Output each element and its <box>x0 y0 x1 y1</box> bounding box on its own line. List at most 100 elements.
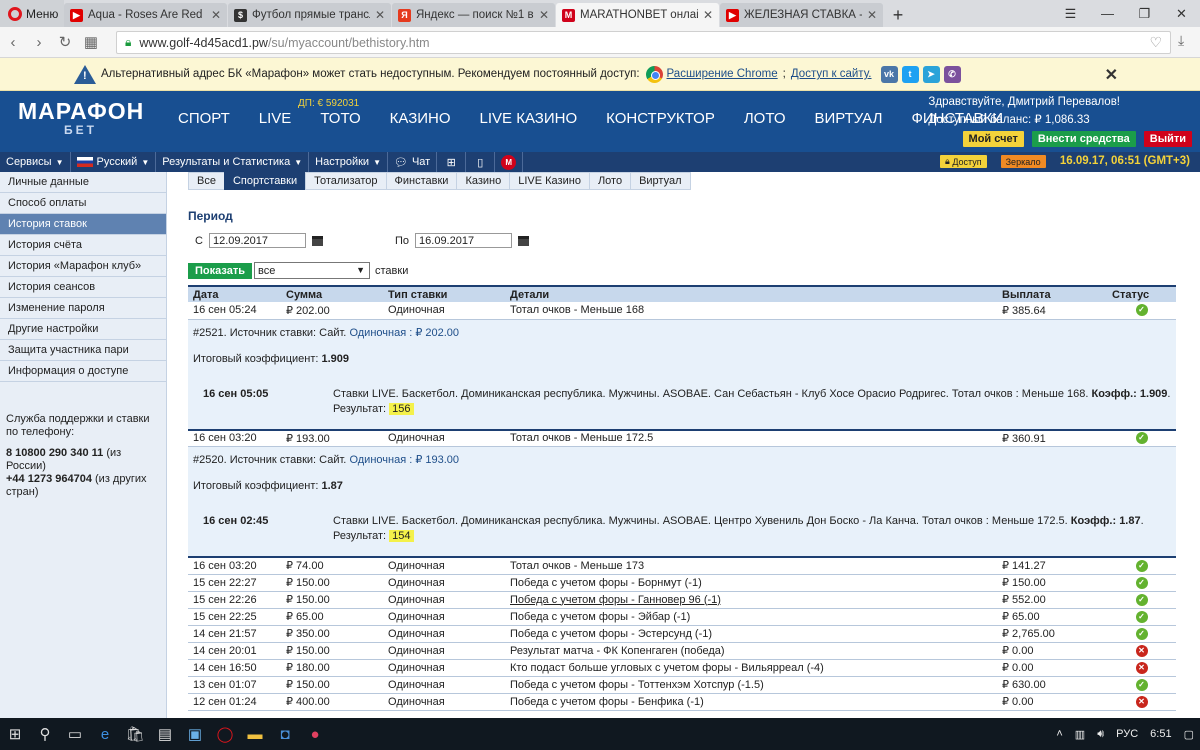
table-row[interactable]: 14 сен 16:50 ₽ 180.00 Одиночная Кто подаст … <box>188 659 1176 677</box>
sidebar-item[interactable]: История счёта <box>0 235 166 256</box>
sidebar-item[interactable]: Защита участника пари <box>0 340 166 361</box>
sidebar-item[interactable]: Личные данные <box>0 172 166 193</box>
sidebar-item[interactable]: Информация о доступе <box>0 361 166 382</box>
main-nav-item[interactable]: ЛОТО <box>744 110 786 127</box>
tab-menu-icon[interactable]: ☰ <box>1052 0 1089 27</box>
services-menu[interactable]: Сервисы ▼ <box>0 152 71 172</box>
bet-type-tab[interactable]: Казино <box>456 172 511 190</box>
browser-tab[interactable]: ▶ Aqua - Roses Are Red - Yo ✕ <box>64 3 227 27</box>
bet-status-select[interactable]: все ▼ <box>254 262 370 279</box>
viber-icon[interactable]: ✆ <box>943 65 961 83</box>
url-field[interactable]: 🔒︎ www.golf-4d45acd1.pw /su/myaccount/be… <box>116 31 1171 54</box>
close-window-icon[interactable]: ✕ <box>1163 0 1200 27</box>
sidebar-item[interactable]: История сеансов <box>0 277 166 298</box>
chevron-up-icon[interactable]: ˄ <box>1056 728 1062 740</box>
opera-menu-button[interactable]: Меню <box>0 0 64 27</box>
table-row[interactable]: 15 сен 22:27 ₽ 150.00 Одиночная Победа с уч… <box>188 574 1176 592</box>
vk-icon[interactable]: vk <box>880 65 898 83</box>
table-row[interactable]: 16 сен 05:24 ₽ 202.00 Одиночная Тотал очков… <box>188 302 1176 320</box>
main-nav-item[interactable]: LIVE <box>259 110 292 127</box>
main-nav-item[interactable]: КАЗИНО <box>390 110 451 127</box>
main-nav-item[interactable]: ТОТО <box>320 110 360 127</box>
tab-close-icon[interactable]: ✕ <box>211 8 221 22</box>
main-nav-item[interactable]: ВИРТУАЛ <box>815 110 883 127</box>
table-row[interactable]: 16 сен 03:20 ₽ 193.00 Одиночная Тотал очков… <box>188 428 1176 447</box>
date-to-input[interactable] <box>415 233 513 248</box>
sidebar-item[interactable]: Способ оплаты <box>0 193 166 214</box>
volume-icon[interactable]: 🔊︎ <box>1097 728 1104 741</box>
table-row[interactable]: 15 сен 22:25 ₽ 65.00 Одиночная Победа с уче… <box>188 608 1176 626</box>
restore-icon[interactable]: ❐ <box>1126 0 1163 27</box>
marathon-app-button[interactable]: M <box>495 152 524 172</box>
date-from-input[interactable] <box>208 233 306 248</box>
bookmark-heart-icon[interactable]: ♡ <box>1149 34 1162 51</box>
main-nav-item[interactable]: СПОРТ <box>178 110 230 127</box>
telegram-icon[interactable]: ➤ <box>922 65 940 83</box>
phone-russia[interactable]: 8 10800 290 340 11 <box>6 447 103 459</box>
site-access-link[interactable]: Доступ к сайту. <box>791 68 872 80</box>
table-row[interactable]: 14 сен 21:57 ₽ 350.00 Одиночная Победа с уч… <box>188 625 1176 643</box>
minimize-icon[interactable]: — <box>1089 0 1126 27</box>
my-account-button[interactable]: Мой счет <box>962 131 1024 147</box>
calculator-icon[interactable]: ▤ <box>150 718 180 750</box>
table-row[interactable]: 15 сен 22:26 ₽ 150.00 Одиночная Победа с уч… <box>188 591 1176 609</box>
windows-app-button[interactable]: ⊞ <box>437 152 467 172</box>
phone-intl[interactable]: +44 1273 964704 <box>6 473 92 485</box>
browser-tab[interactable]: M MARATHONBET онлайн б ✕ <box>556 3 719 27</box>
tab-close-icon[interactable]: ✕ <box>867 8 877 22</box>
deposit-button[interactable]: Внести средства <box>1031 131 1136 147</box>
browser-tab[interactable]: ▶ ЖЕЛЕЗНАЯ СТАВКА - You ✕ <box>720 3 883 27</box>
results-menu[interactable]: Результаты и Статистика ▼ <box>156 152 310 172</box>
mobile-app-button[interactable]: ▯ <box>466 152 496 172</box>
notice-close-icon[interactable]: ✕ <box>1105 65 1118 85</box>
tab-close-icon[interactable]: ✕ <box>375 8 385 22</box>
folder-icon[interactable]: ▬ <box>240 718 270 750</box>
bet-type-tab[interactable]: Финставки <box>385 172 458 190</box>
settings-menu[interactable]: Настройки ▼ <box>309 152 388 172</box>
map-pin-icon[interactable]: ● <box>300 718 330 750</box>
language-menu[interactable]: Русский ▼ <box>71 152 157 172</box>
bet-type-tab[interactable]: Тотализатор <box>305 172 387 190</box>
browser-tab[interactable]: $ Футбол прямые трансляц ✕ <box>228 3 391 27</box>
bet-type-tab[interactable]: Все <box>188 172 225 190</box>
opera-taskbar-icon[interactable]: ◯ <box>210 718 240 750</box>
mirror-button[interactable]: Зеркало <box>1000 155 1046 168</box>
clock[interactable]: 6:51 <box>1150 728 1171 740</box>
remote-icon[interactable]: ▣ <box>180 718 210 750</box>
table-row[interactable]: 13 сен 01:07 ₽ 150.00 Одиночная Победа с уч… <box>188 676 1176 694</box>
sidebar-item[interactable]: Изменение пароля <box>0 298 166 319</box>
table-row[interactable]: 16 сен 03:20 ₽ 74.00 Одиночная Тотал очков … <box>188 556 1176 575</box>
search-icon[interactable]: ⚲ <box>30 718 60 750</box>
shield-icon[interactable]: ◘ <box>270 718 300 750</box>
edge-icon[interactable]: e <box>90 718 120 750</box>
store-icon[interactable]: 🛍︎ <box>120 718 150 750</box>
calendar-icon[interactable] <box>311 235 323 246</box>
notifications-icon[interactable]: ▢ <box>1184 728 1194 741</box>
chat-button[interactable]: 💬︎ Чат <box>388 152 438 172</box>
input-language[interactable]: РУС <box>1116 728 1138 740</box>
access-button[interactable]: 🔒︎ Доступ <box>940 155 987 168</box>
bet-type-tab[interactable]: LIVE Казино <box>509 172 590 190</box>
sidebar-item[interactable]: История ставок <box>0 214 166 235</box>
bet-type-tab[interactable]: Спортставки <box>223 172 307 190</box>
start-icon[interactable]: ⊞ <box>0 718 30 750</box>
sidebar-item[interactable]: Другие настройки <box>0 319 166 340</box>
back-icon[interactable]: ‹ <box>0 29 26 55</box>
bet-source-link[interactable]: Одиночная : ₽ 202.00 <box>349 327 459 339</box>
new-tab-button[interactable]: + <box>884 3 912 27</box>
bet-source-link[interactable]: Одиночная : ₽ 193.00 <box>349 454 459 466</box>
bet-type-tab[interactable]: Лото <box>588 172 632 190</box>
marathon-logo[interactable]: МАРАФОН БЕТ <box>18 99 143 137</box>
task-view-icon[interactable]: ▭ <box>60 718 90 750</box>
browser-tab[interactable]: Я Яндекс — поиск №1 в Ро ✕ <box>392 3 555 27</box>
network-icon[interactable]: ▥ <box>1075 728 1085 741</box>
logout-button[interactable]: Выйти <box>1143 131 1192 147</box>
twitter-icon[interactable]: t <box>901 65 919 83</box>
calendar-icon[interactable] <box>518 235 530 246</box>
table-row[interactable]: 14 сен 20:01 ₽ 150.00 Одиночная Результат м… <box>188 642 1176 660</box>
tab-close-icon[interactable]: ✕ <box>703 8 713 22</box>
main-nav-item[interactable]: LIVE КАЗИНО <box>480 110 578 127</box>
show-button[interactable]: Показать <box>188 263 252 279</box>
reload-icon[interactable]: ↻ <box>52 29 78 55</box>
bet-type-tab[interactable]: Виртуал <box>630 172 691 190</box>
